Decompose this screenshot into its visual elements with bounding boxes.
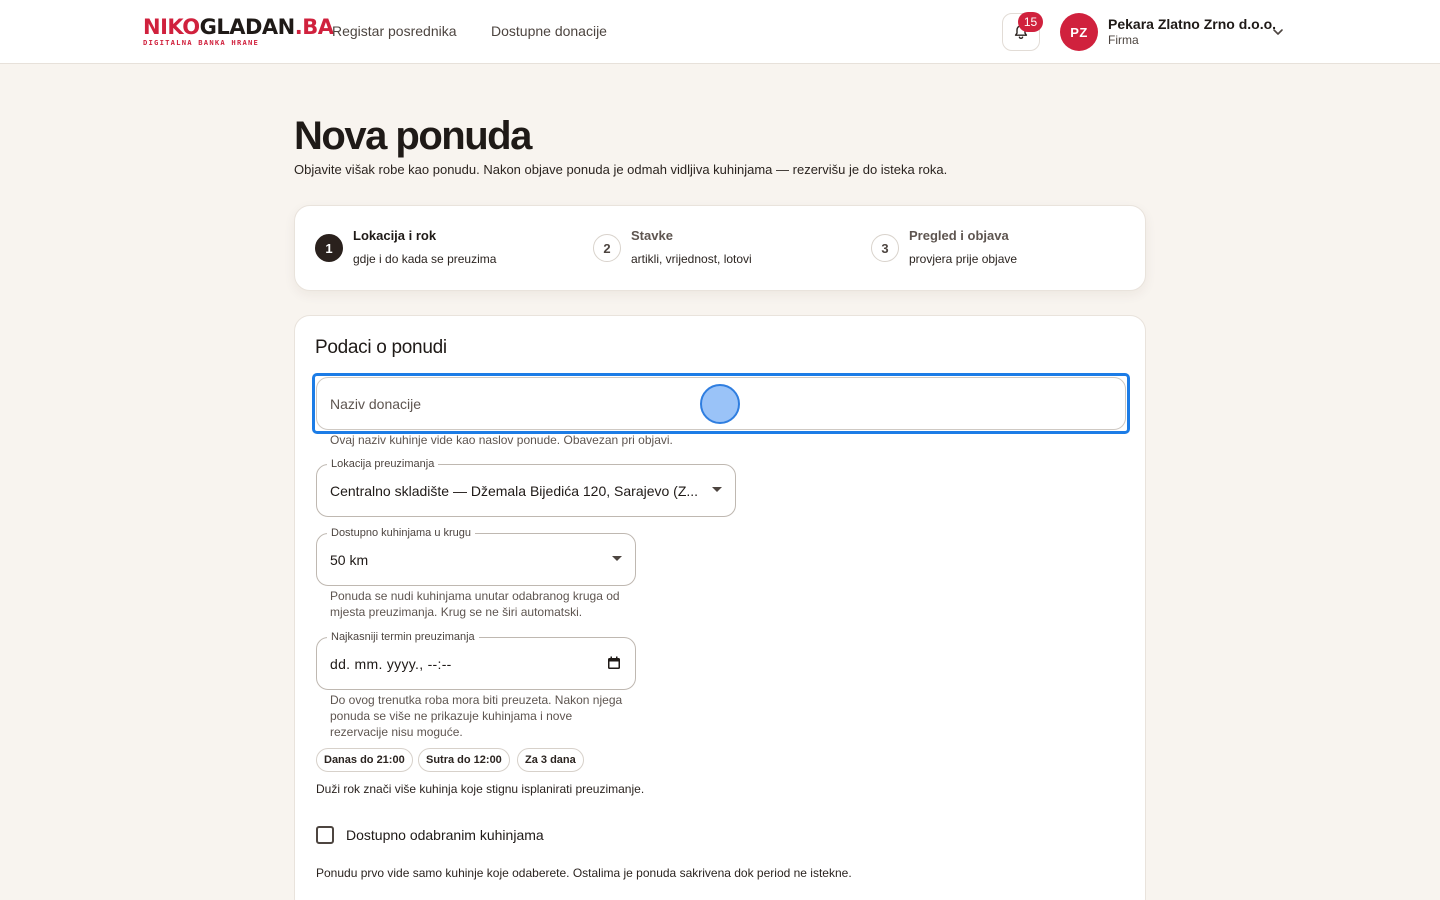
chip-za-3-dana[interactable]: Za 3 dana [517, 748, 584, 772]
chip-danas-do-2100[interactable]: Danas do 21:00 [316, 748, 413, 772]
caret-down-icon [612, 556, 622, 561]
step-number: 1 [315, 234, 343, 262]
pickup-location-select[interactable]: Lokacija preuzimanja Centralno skladište… [316, 457, 736, 517]
stepper: 1 Lokacija i rok gdje i do kada se preuz… [294, 205, 1146, 291]
radius-label: Dostupno kuhinjama u krugu [327, 526, 476, 540]
top-navbar: NIKOGLADAN.BA DIGITALNA BANKA HRANE Regi… [0, 0, 1440, 64]
avatar[interactable]: PZ [1060, 13, 1098, 51]
chevron-down-icon[interactable] [1271, 25, 1285, 39]
calendar-icon[interactable] [607, 656, 621, 670]
pickup-deadline-help: Do ovog trenutka roba mora biti preuzeta… [330, 693, 623, 739]
radius-help: Ponuda se nudi kuhinjama unutar odabrano… [330, 589, 620, 619]
logo-tagline: DIGITALNA BANKA HRANE [143, 38, 260, 47]
user-name[interactable]: Pekara Zlatno Zrno d.o.o. [1108, 16, 1276, 33]
deadline-note: Duži rok znači više kuhinja koje stignu … [316, 782, 645, 796]
notifications-badge: 15 [1018, 12, 1043, 32]
user-role: Firma [1108, 33, 1139, 47]
step-title: Lokacija i rok [353, 228, 437, 243]
step-number: 2 [593, 234, 621, 262]
pickup-deadline-label: Najkasniji termin preuzimanja [327, 630, 479, 644]
step-title: Stavke [631, 228, 673, 243]
pickup-location-value: Centralno skladište — Džemala Bijedića 1… [330, 483, 699, 499]
radius-value: 50 km [330, 552, 369, 568]
selected-kitchens-checkbox[interactable] [316, 826, 334, 844]
step-description: artikli, vrijednost, lotovi [631, 252, 752, 266]
pointer-indicator [700, 384, 740, 424]
page-title: Nova ponuda [294, 114, 532, 158]
step-description: gdje i do kada se preuzima [353, 252, 497, 266]
pickup-location-label: Lokacija preuzimanja [327, 457, 439, 471]
logo-wordmark: NIKOGLADAN.BA [143, 15, 334, 39]
chip-sutra-do-1200[interactable]: Sutra do 12:00 [418, 748, 510, 772]
logo[interactable]: NIKOGLADAN.BA DIGITALNA BANKA HRANE [143, 15, 334, 48]
offer-form-card: Podaci o ponudi Ovaj naziv kuhinje vide … [294, 315, 1146, 900]
step-description: provjera prije objave [909, 252, 1018, 266]
radius-select[interactable]: Dostupno kuhinjama u krugu 50 km [316, 526, 636, 586]
selected-kitchens-label[interactable]: Dostupno odabranim kuhinjama [346, 826, 544, 844]
selected-kitchens-help: Ponudu prvo vide samo kuhinje koje odabe… [316, 866, 852, 880]
pickup-deadline-value: dd. mm. yyyy., --:-- [330, 656, 452, 672]
page-subtitle: Objavite višak robe kao ponudu. Nakon ob… [294, 162, 948, 177]
donation-name-help: Ovaj naziv kuhinje vide kao naslov ponud… [330, 433, 673, 447]
nav-link-dostupne-donacije[interactable]: Dostupne donacije [491, 22, 607, 40]
caret-down-icon [712, 487, 722, 492]
step-title: Pregled i objava [909, 228, 1009, 243]
nav-link-registar-posrednika[interactable]: Registar posrednika [332, 22, 457, 40]
pickup-deadline-input[interactable]: Najkasniji termin preuzimanja dd. mm. yy… [316, 630, 636, 690]
form-title: Podaci o ponudi [315, 337, 447, 358]
step-number: 3 [871, 234, 899, 262]
